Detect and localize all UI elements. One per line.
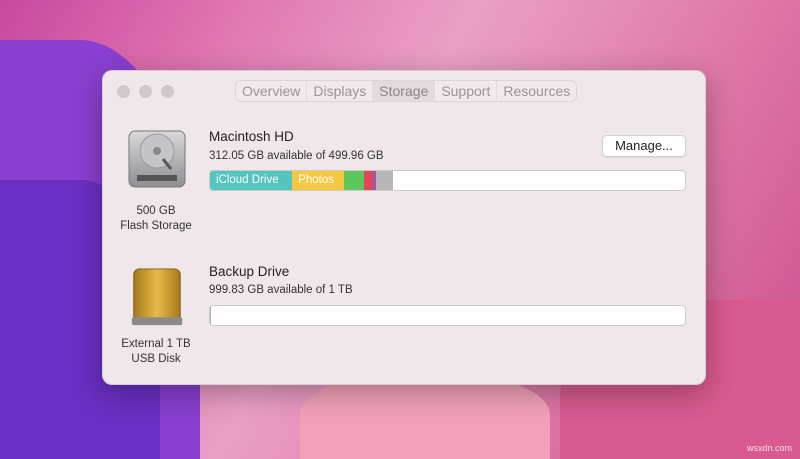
disk-name: Macintosh HD (209, 129, 294, 144)
tab-resources[interactable]: Resources (497, 81, 576, 101)
disk-type-label: USB Disk (131, 353, 181, 365)
storage-segment[interactable] (343, 171, 364, 190)
close-button[interactable] (117, 85, 130, 98)
disk-available: 999.83 GB available of 1 TB (209, 284, 353, 296)
disk-available: 312.05 GB available of 499.96 GB (209, 150, 384, 162)
storage-segment[interactable] (210, 306, 212, 325)
tab-overview[interactable]: Overview (236, 81, 308, 101)
window-controls (117, 85, 174, 98)
about-this-mac-window: Overview Displays Storage Support Resour… (102, 70, 706, 385)
storage-usage-bar: iCloud Drive Photos (209, 170, 686, 191)
internal-hard-drive-icon (128, 130, 186, 188)
storage-segment[interactable]: iCloud Drive (210, 171, 293, 190)
manage-button[interactable]: Manage... (602, 135, 686, 157)
storage-usage-bar (209, 305, 686, 326)
zoom-button[interactable] (161, 85, 174, 98)
disk-name: Backup Drive (209, 264, 290, 279)
tab-displays[interactable]: Displays (307, 81, 374, 101)
tab-bar: Overview Displays Storage Support Resour… (235, 80, 578, 102)
watermark: wsxdn.com (746, 443, 792, 453)
storage-segment[interactable] (375, 171, 393, 190)
storage-segment[interactable]: Photos (292, 171, 344, 190)
disk-type-label: Flash Storage (120, 220, 192, 232)
tab-storage[interactable]: Storage (373, 81, 436, 101)
disk-capacity-label: External 1 TB (121, 338, 191, 350)
minimize-button[interactable] (139, 85, 152, 98)
disk-capacity-label: 500 GB (136, 205, 176, 217)
storage-segment[interactable] (363, 171, 373, 190)
tab-support[interactable]: Support (435, 81, 498, 101)
external-drive-icon (131, 268, 183, 326)
